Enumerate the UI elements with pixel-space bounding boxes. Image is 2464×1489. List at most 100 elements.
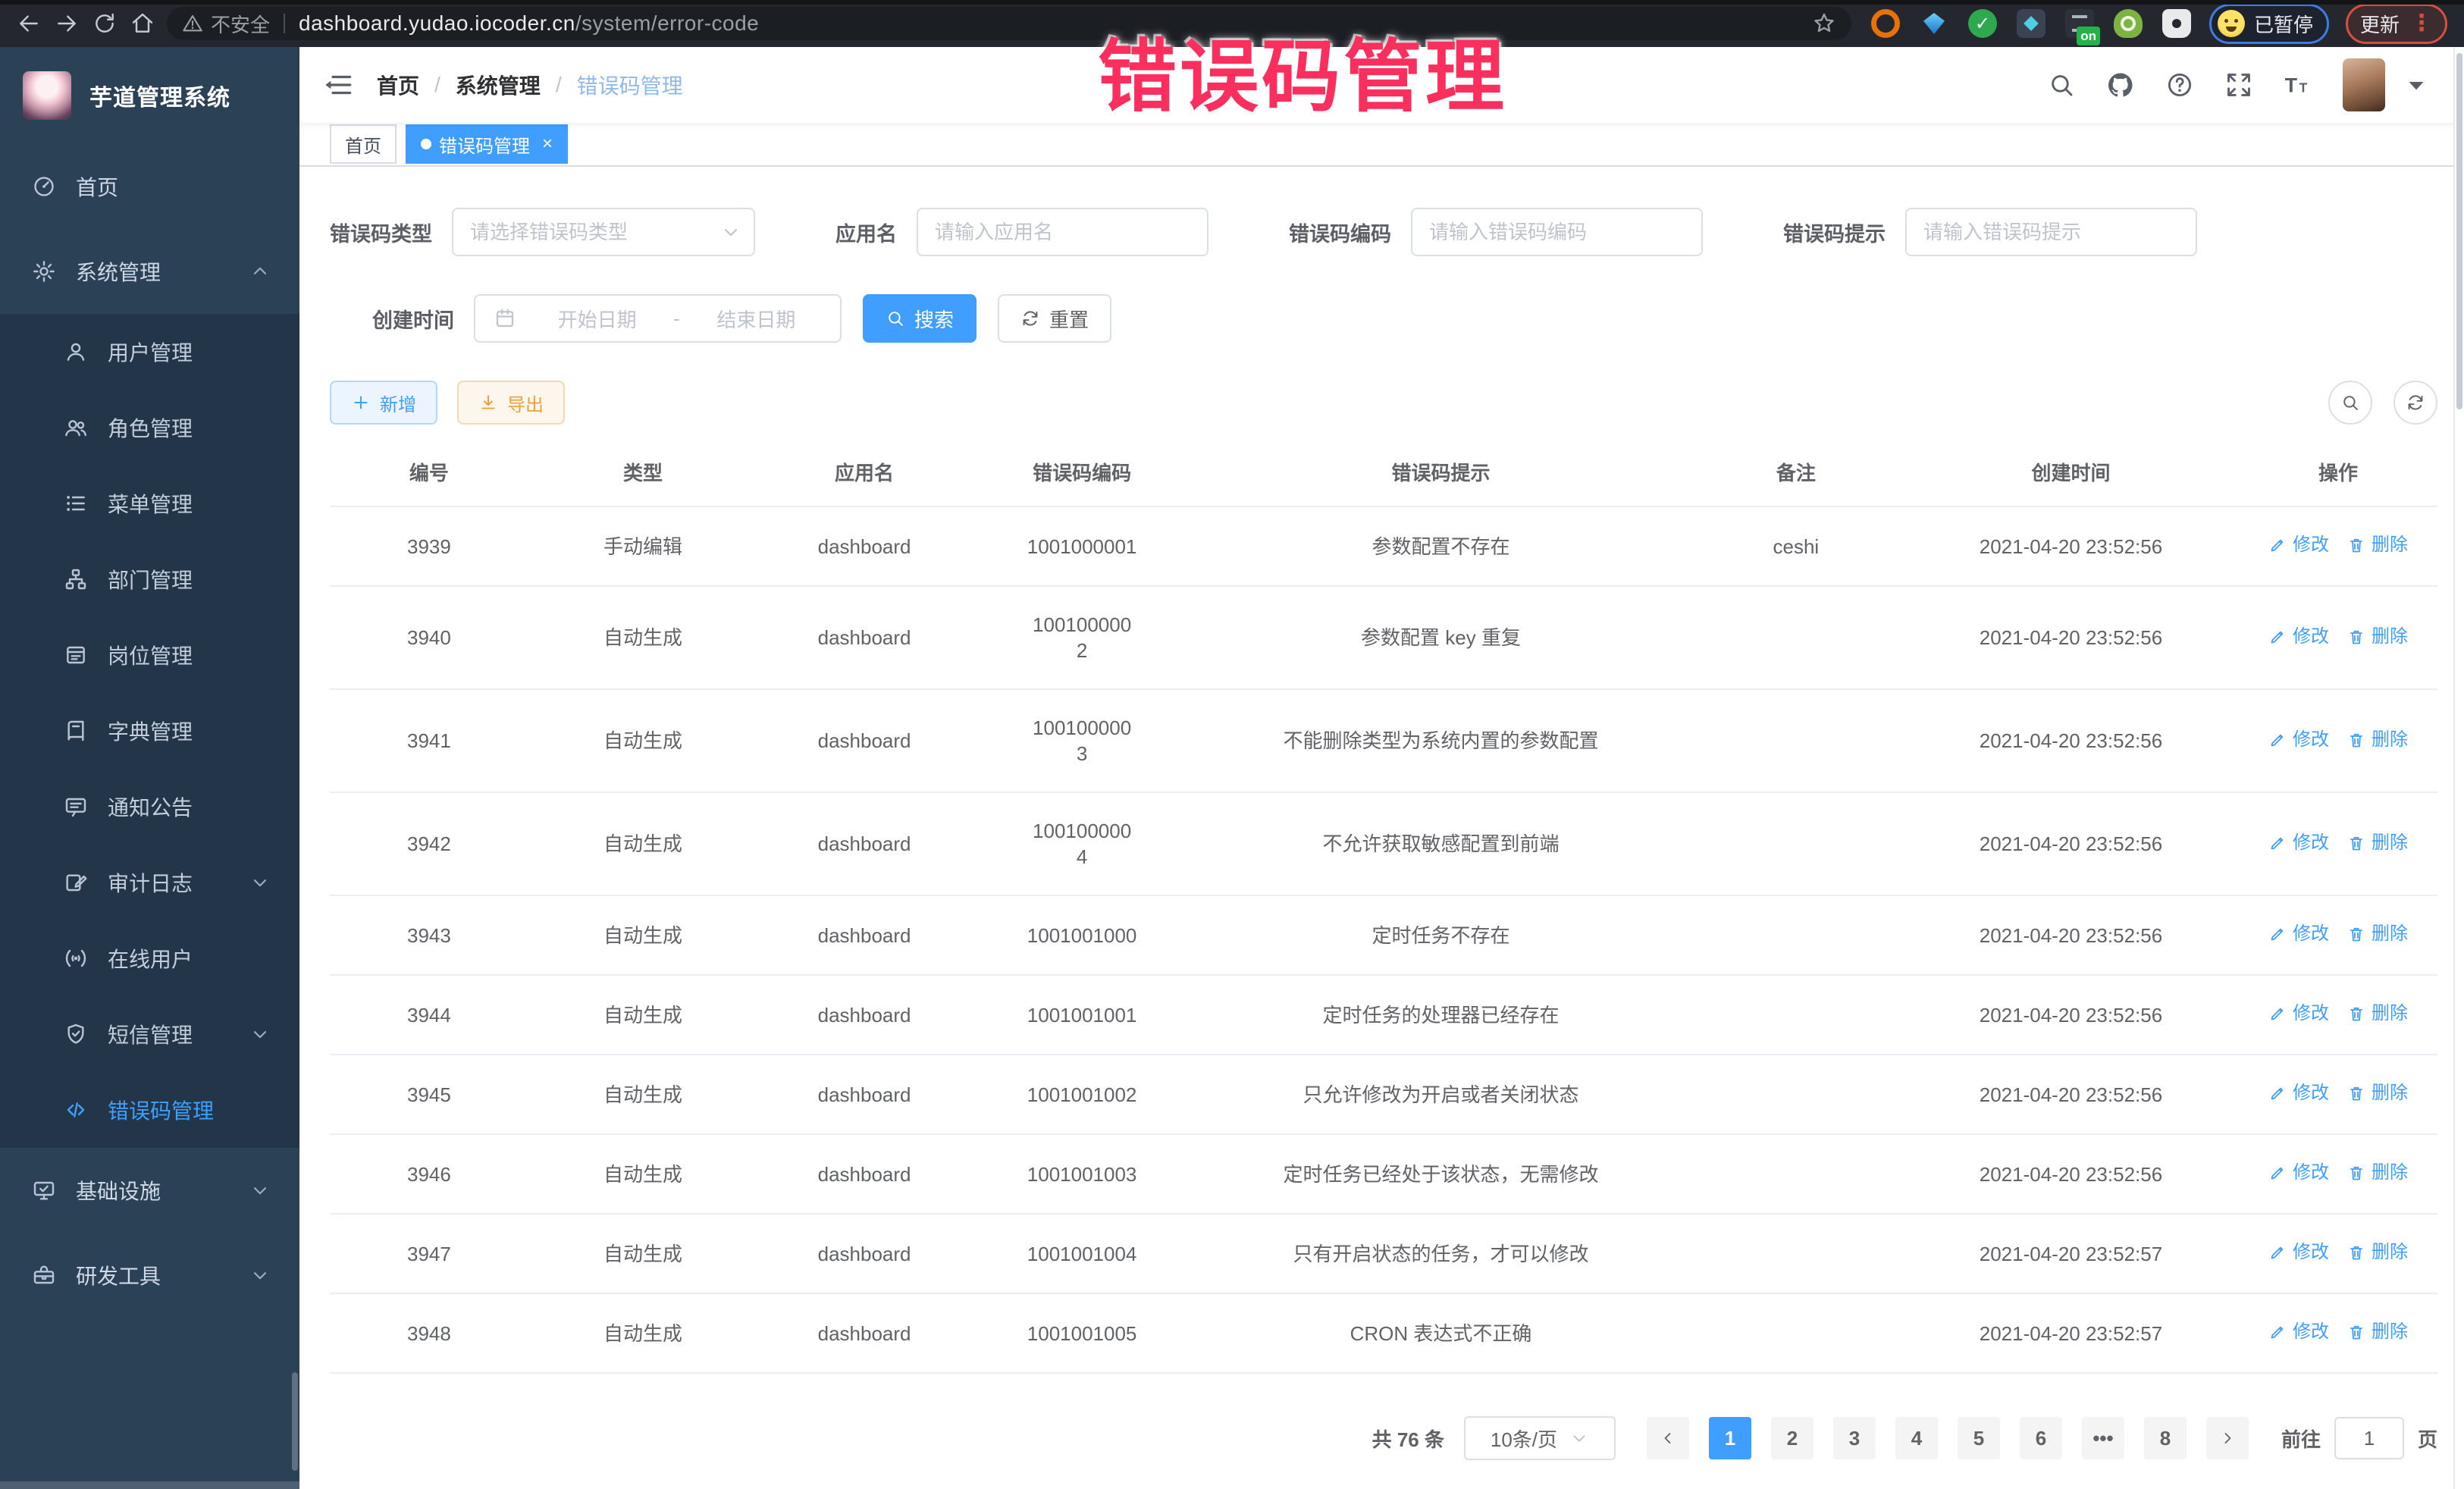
error-code-type-select[interactable]	[452, 208, 755, 256]
extension-grid-dark-icon[interactable]	[2017, 9, 2045, 38]
sidebar-item-user[interactable]: 用户管理	[0, 314, 299, 390]
page-size-select[interactable]: 10条/页	[1464, 1416, 1616, 1460]
forward-icon[interactable]	[53, 10, 80, 37]
font-size-icon[interactable]: TT	[2284, 71, 2312, 99]
delete-link[interactable]: 删除	[2347, 830, 2408, 856]
sidebar-item-org-tree[interactable]: 部门管理	[0, 541, 299, 617]
hamburger-icon[interactable]	[322, 69, 354, 101]
pager-ellipsis[interactable]: •••	[2082, 1417, 2124, 1459]
sidebar-item-audit-log[interactable]: 审计日志	[0, 845, 299, 920]
page-scrollbar[interactable]	[2453, 47, 2464, 1489]
edit-link[interactable]: 修改	[2268, 1319, 2329, 1345]
delete-link[interactable]: 删除	[2347, 1319, 2408, 1345]
search-icon[interactable]	[2047, 71, 2076, 99]
pager-page-3[interactable]: 3	[1833, 1417, 1876, 1459]
pager-page-4[interactable]: 4	[1895, 1417, 1938, 1459]
sidebar-item-announcement[interactable]: 通知公告	[0, 769, 299, 845]
sidebar-item-devtools[interactable]: 研发工具	[0, 1233, 299, 1318]
extension-key-green-icon[interactable]	[2114, 9, 2143, 38]
avatar-caret-icon[interactable]	[2402, 71, 2431, 99]
pager-page-6[interactable]: 6	[2020, 1417, 2062, 1459]
reset-button[interactable]: 重置	[998, 294, 1111, 343]
cell-created: 2021-04-20 23:52:56	[1903, 792, 2239, 895]
delete-link[interactable]: 删除	[2347, 532, 2408, 558]
breadcrumb-home[interactable]: 首页	[377, 70, 419, 100]
sidebar-scrollbar[interactable]	[292, 1372, 298, 1471]
filter-item: 错误码提示	[1783, 208, 2197, 256]
end-date-placeholder[interactable]: 结束日期	[683, 305, 829, 333]
back-icon[interactable]	[15, 10, 42, 37]
sidebar-item-sms[interactable]: 短信管理	[0, 996, 299, 1072]
edit-link[interactable]: 修改	[2268, 532, 2329, 558]
breadcrumb-system[interactable]: 系统管理	[456, 70, 541, 100]
extension-check-green-icon[interactable]	[1968, 9, 1997, 38]
error-code-type-select-field[interactable]	[453, 209, 720, 255]
delete-link[interactable]: 删除	[2347, 727, 2408, 753]
extension-gem-blue-icon[interactable]	[1920, 9, 1948, 38]
edit-link[interactable]: 修改	[2268, 624, 2329, 650]
edit-link[interactable]: 修改	[2268, 1240, 2329, 1265]
edit-link[interactable]: 修改	[2268, 921, 2329, 947]
sidebar-item-infrastructure[interactable]: 基础设施	[0, 1148, 299, 1233]
extension-ring-orange-icon[interactable]	[1871, 9, 1900, 38]
tab-error-code[interactable]: 错误码管理×	[406, 124, 568, 164]
pager-page-5[interactable]: 5	[1958, 1417, 2000, 1459]
extension-puzzle-white-icon[interactable]	[2162, 9, 2191, 38]
app-name-input[interactable]	[917, 208, 1208, 256]
start-date-placeholder[interactable]: 开始日期	[524, 305, 670, 333]
error-code-input-field[interactable]	[1412, 209, 1701, 255]
bookmark-star-icon[interactable]	[1812, 11, 1836, 36]
user-avatar[interactable]	[2343, 58, 2385, 111]
sidebar-item-error-code[interactable]: 错误码管理	[0, 1072, 299, 1148]
error-code-input[interactable]	[1411, 208, 1703, 256]
error-hint-input[interactable]	[1905, 208, 2197, 256]
sidebar-item-dashboard[interactable]: 首页	[0, 144, 299, 229]
profile-chip[interactable]: 已暂停	[2209, 4, 2329, 44]
date-range-picker[interactable]: 开始日期 - 结束日期	[474, 294, 842, 343]
goto-page-input[interactable]	[2334, 1417, 2404, 1459]
address-bar[interactable]: 不安全 dashboard.yudao.iocoder.cn/system/er…	[167, 7, 1851, 40]
toggle-search-button[interactable]	[2328, 381, 2372, 425]
edit-link[interactable]: 修改	[2268, 830, 2329, 856]
delete-link[interactable]: 删除	[2347, 1160, 2408, 1186]
delete-link[interactable]: 删除	[2347, 921, 2408, 947]
delete-link[interactable]: 删除	[2347, 1080, 2408, 1106]
edit-link[interactable]: 修改	[2268, 1160, 2329, 1186]
pager-page-2[interactable]: 2	[1771, 1417, 1814, 1459]
sidebar-item-users[interactable]: 角色管理	[0, 390, 299, 466]
edit-link[interactable]: 修改	[2268, 1001, 2329, 1027]
home-icon[interactable]	[129, 10, 156, 37]
delete-link[interactable]: 删除	[2347, 624, 2408, 650]
edit-link[interactable]: 修改	[2268, 727, 2329, 753]
reload-icon[interactable]	[91, 10, 118, 37]
sidebar-item-badge[interactable]: 岗位管理	[0, 617, 299, 693]
next-page-button[interactable]	[2206, 1417, 2249, 1459]
sidebar-item-menu-list[interactable]: 菜单管理	[0, 466, 299, 541]
help-icon[interactable]	[2165, 71, 2194, 99]
export-button[interactable]: 导出	[457, 381, 565, 425]
error-hint-input-field[interactable]	[1907, 209, 2196, 255]
delete-link[interactable]: 删除	[2347, 1001, 2408, 1027]
delete-link[interactable]: 删除	[2347, 1240, 2408, 1265]
sidebar-item-online-user[interactable]: 在线用户	[0, 920, 299, 996]
search-button[interactable]: 搜索	[863, 294, 977, 343]
add-button[interactable]: 新增	[330, 381, 437, 425]
fullscreen-icon[interactable]	[2224, 71, 2253, 99]
pager-page-1[interactable]: 1	[1709, 1417, 1751, 1459]
extension-toggle-on-icon[interactable]: on	[2065, 9, 2094, 38]
browser-update-button[interactable]: 更新 ⋮	[2346, 4, 2447, 44]
browser-menu-icon[interactable]: ⋮	[2410, 12, 2433, 35]
security-chip[interactable]: 不安全	[182, 10, 270, 38]
tab-home[interactable]: 首页	[330, 124, 397, 164]
app-name-input-field[interactable]	[918, 209, 1207, 255]
cell-remark: ceshi	[1689, 506, 1903, 586]
prev-page-button[interactable]	[1647, 1417, 1689, 1459]
sidebar-item-dictionary[interactable]: 字典管理	[0, 693, 299, 769]
edit-link[interactable]: 修改	[2268, 1080, 2329, 1106]
close-icon[interactable]: ×	[542, 133, 553, 155]
refresh-table-button[interactable]	[2393, 381, 2437, 425]
sidebar-item-gear[interactable]: 系统管理	[0, 229, 299, 314]
pager-page-8[interactable]: 8	[2144, 1417, 2187, 1459]
scrollbar-thumb[interactable]	[2456, 53, 2462, 409]
github-icon[interactable]	[2106, 71, 2135, 99]
